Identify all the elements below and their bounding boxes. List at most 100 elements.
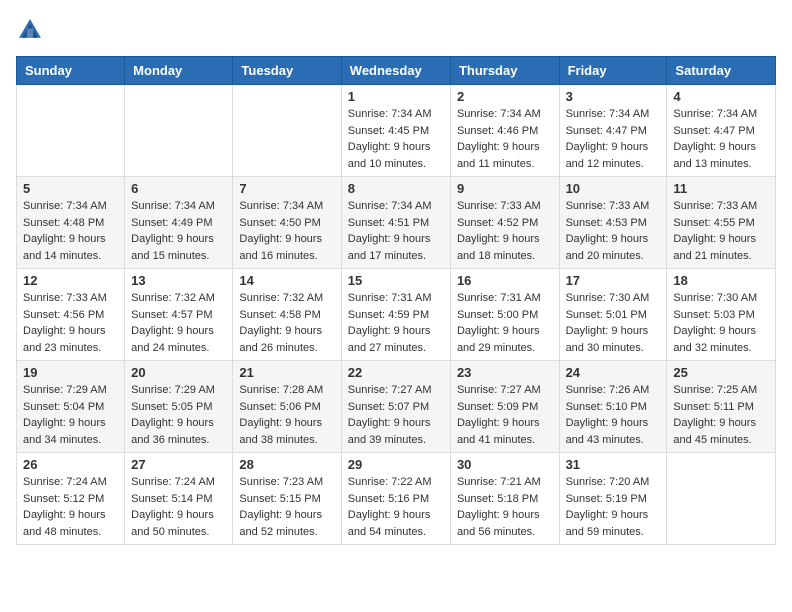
calendar-header-tuesday: Tuesday [233, 57, 341, 85]
calendar-cell: 24 Sunrise: 7:26 AMSunset: 5:10 PMDayligh… [559, 361, 667, 453]
calendar-header-friday: Friday [559, 57, 667, 85]
day-number: 29 [348, 457, 444, 472]
day-info: Sunrise: 7:30 AMSunset: 5:01 PMDaylight:… [566, 290, 661, 356]
day-number: 28 [239, 457, 334, 472]
day-info: Sunrise: 7:33 AMSunset: 4:55 PMDaylight:… [673, 198, 769, 264]
day-info: Sunrise: 7:34 AMSunset: 4:51 PMDaylight:… [348, 198, 444, 264]
calendar-cell: 28 Sunrise: 7:23 AMSunset: 5:15 PMDayligh… [233, 453, 341, 545]
calendar-cell: 5Sunrise: 7:34 AMSunset: 4:48 PMDaylight… [17, 177, 125, 269]
day-info: Sunrise: 7:34 AMSunset: 4:50 PMDaylight:… [239, 198, 334, 264]
calendar-header-wednesday: Wednesday [341, 57, 450, 85]
day-info: Sunrise: 7:24 AMSunset: 5:12 PMDaylight:… [23, 474, 118, 540]
calendar-cell [667, 453, 776, 545]
day-number: 3 [566, 89, 661, 104]
day-number: 16 [457, 273, 553, 288]
calendar-cell: 21 Sunrise: 7:28 AMSunset: 5:06 PMDayligh… [233, 361, 341, 453]
calendar-header-monday: Monday [125, 57, 233, 85]
calendar-cell: 18 Sunrise: 7:30 AMSunset: 5:03 PMDayligh… [667, 269, 776, 361]
day-number: 25 [673, 365, 769, 380]
day-number: 17 [566, 273, 661, 288]
day-number: 13 [131, 273, 226, 288]
day-info: Sunrise: 7:29 AMSunset: 5:05 PMDaylight:… [131, 382, 226, 448]
day-number: 1 [348, 89, 444, 104]
day-number: 27 [131, 457, 226, 472]
calendar-cell: 4Sunrise: 7:34 AMSunset: 4:47 PMDaylight… [667, 85, 776, 177]
calendar-week-1: 1Sunrise: 7:34 AMSunset: 4:45 PMDaylight… [17, 85, 776, 177]
calendar-cell: 14 Sunrise: 7:32 AMSunset: 4:58 PMDayligh… [233, 269, 341, 361]
day-number: 6 [131, 181, 226, 196]
day-number: 12 [23, 273, 118, 288]
day-info: Sunrise: 7:32 AMSunset: 4:58 PMDaylight:… [239, 290, 334, 356]
day-number: 19 [23, 365, 118, 380]
calendar-cell: 27 Sunrise: 7:24 AMSunset: 5:14 PMDayligh… [125, 453, 233, 545]
day-number: 26 [23, 457, 118, 472]
day-info: Sunrise: 7:31 AMSunset: 4:59 PMDaylight:… [348, 290, 444, 356]
calendar-cell [125, 85, 233, 177]
day-number: 21 [239, 365, 334, 380]
calendar-cell: 17 Sunrise: 7:30 AMSunset: 5:01 PMDayligh… [559, 269, 667, 361]
calendar-cell: 10 Sunrise: 7:33 AMSunset: 4:53 PMDayligh… [559, 177, 667, 269]
day-number: 18 [673, 273, 769, 288]
calendar-cell: 23 Sunrise: 7:27 AMSunset: 5:09 PMDayligh… [450, 361, 559, 453]
day-info: Sunrise: 7:33 AMSunset: 4:52 PMDaylight:… [457, 198, 553, 264]
calendar-cell: 31Sunrise: 7:20 AMSunset: 5:19 PMDayligh… [559, 453, 667, 545]
day-number: 24 [566, 365, 661, 380]
day-info: Sunrise: 7:26 AMSunset: 5:10 PMDaylight:… [566, 382, 661, 448]
logo-icon [16, 16, 44, 44]
day-info: Sunrise: 7:22 AMSunset: 5:16 PMDaylight:… [348, 474, 444, 540]
day-number: 7 [239, 181, 334, 196]
day-info: Sunrise: 7:33 AMSunset: 4:56 PMDaylight:… [23, 290, 118, 356]
calendar-cell: 1Sunrise: 7:34 AMSunset: 4:45 PMDaylight… [341, 85, 450, 177]
day-info: Sunrise: 7:21 AMSunset: 5:18 PMDaylight:… [457, 474, 553, 540]
day-number: 22 [348, 365, 444, 380]
calendar-cell: 13 Sunrise: 7:32 AMSunset: 4:57 PMDayligh… [125, 269, 233, 361]
day-number: 20 [131, 365, 226, 380]
page-container: SundayMondayTuesdayWednesdayThursdayFrid… [0, 0, 792, 555]
calendar-cell: 16Sunrise: 7:31 AMSunset: 5:00 PMDayligh… [450, 269, 559, 361]
calendar-cell: 3 Sunrise: 7:34 AMSunset: 4:47 PMDaylight… [559, 85, 667, 177]
day-info: Sunrise: 7:33 AMSunset: 4:53 PMDaylight:… [566, 198, 661, 264]
calendar-header-saturday: Saturday [667, 57, 776, 85]
day-number: 31 [566, 457, 661, 472]
calendar-cell: 6 Sunrise: 7:34 AMSunset: 4:49 PMDaylight… [125, 177, 233, 269]
day-number: 4 [673, 89, 769, 104]
calendar-header-sunday: Sunday [17, 57, 125, 85]
day-number: 23 [457, 365, 553, 380]
logo [16, 16, 48, 44]
day-number: 2 [457, 89, 553, 104]
calendar-cell [17, 85, 125, 177]
day-info: Sunrise: 7:27 AMSunset: 5:09 PMDaylight:… [457, 382, 553, 448]
day-number: 14 [239, 273, 334, 288]
day-number: 10 [566, 181, 661, 196]
day-info: Sunrise: 7:34 AMSunset: 4:46 PMDaylight:… [457, 106, 553, 172]
calendar-cell: 7 Sunrise: 7:34 AMSunset: 4:50 PMDaylight… [233, 177, 341, 269]
calendar-week-5: 26 Sunrise: 7:24 AMSunset: 5:12 PMDayligh… [17, 453, 776, 545]
calendar-cell: 26 Sunrise: 7:24 AMSunset: 5:12 PMDayligh… [17, 453, 125, 545]
calendar-week-4: 19 Sunrise: 7:29 AMSunset: 5:04 PMDayligh… [17, 361, 776, 453]
calendar-cell: 9 Sunrise: 7:33 AMSunset: 4:52 PMDaylight… [450, 177, 559, 269]
calendar-cell [233, 85, 341, 177]
day-info: Sunrise: 7:34 AMSunset: 4:48 PMDaylight:… [23, 198, 118, 264]
day-info: Sunrise: 7:32 AMSunset: 4:57 PMDaylight:… [131, 290, 226, 356]
header [16, 16, 776, 44]
day-info: Sunrise: 7:27 AMSunset: 5:07 PMDaylight:… [348, 382, 444, 448]
day-number: 9 [457, 181, 553, 196]
day-info: Sunrise: 7:29 AMSunset: 5:04 PMDaylight:… [23, 382, 118, 448]
calendar-cell: 2 Sunrise: 7:34 AMSunset: 4:46 PMDaylight… [450, 85, 559, 177]
calendar-week-2: 5Sunrise: 7:34 AMSunset: 4:48 PMDaylight… [17, 177, 776, 269]
calendar-cell: 8 Sunrise: 7:34 AMSunset: 4:51 PMDaylight… [341, 177, 450, 269]
calendar-cell: 29 Sunrise: 7:22 AMSunset: 5:16 PMDayligh… [341, 453, 450, 545]
day-info: Sunrise: 7:23 AMSunset: 5:15 PMDaylight:… [239, 474, 334, 540]
calendar-cell: 12 Sunrise: 7:33 AMSunset: 4:56 PMDayligh… [17, 269, 125, 361]
calendar-header-thursday: Thursday [450, 57, 559, 85]
calendar-cell: 19 Sunrise: 7:29 AMSunset: 5:04 PMDayligh… [17, 361, 125, 453]
day-info: Sunrise: 7:34 AMSunset: 4:47 PMDaylight:… [566, 106, 661, 172]
calendar-header-row: SundayMondayTuesdayWednesdayThursdayFrid… [17, 57, 776, 85]
day-info: Sunrise: 7:28 AMSunset: 5:06 PMDaylight:… [239, 382, 334, 448]
day-info: Sunrise: 7:24 AMSunset: 5:14 PMDaylight:… [131, 474, 226, 540]
day-info: Sunrise: 7:34 AMSunset: 4:49 PMDaylight:… [131, 198, 226, 264]
calendar-cell: 11Sunrise: 7:33 AMSunset: 4:55 PMDayligh… [667, 177, 776, 269]
calendar: SundayMondayTuesdayWednesdayThursdayFrid… [16, 56, 776, 545]
day-number: 8 [348, 181, 444, 196]
day-info: Sunrise: 7:30 AMSunset: 5:03 PMDaylight:… [673, 290, 769, 356]
